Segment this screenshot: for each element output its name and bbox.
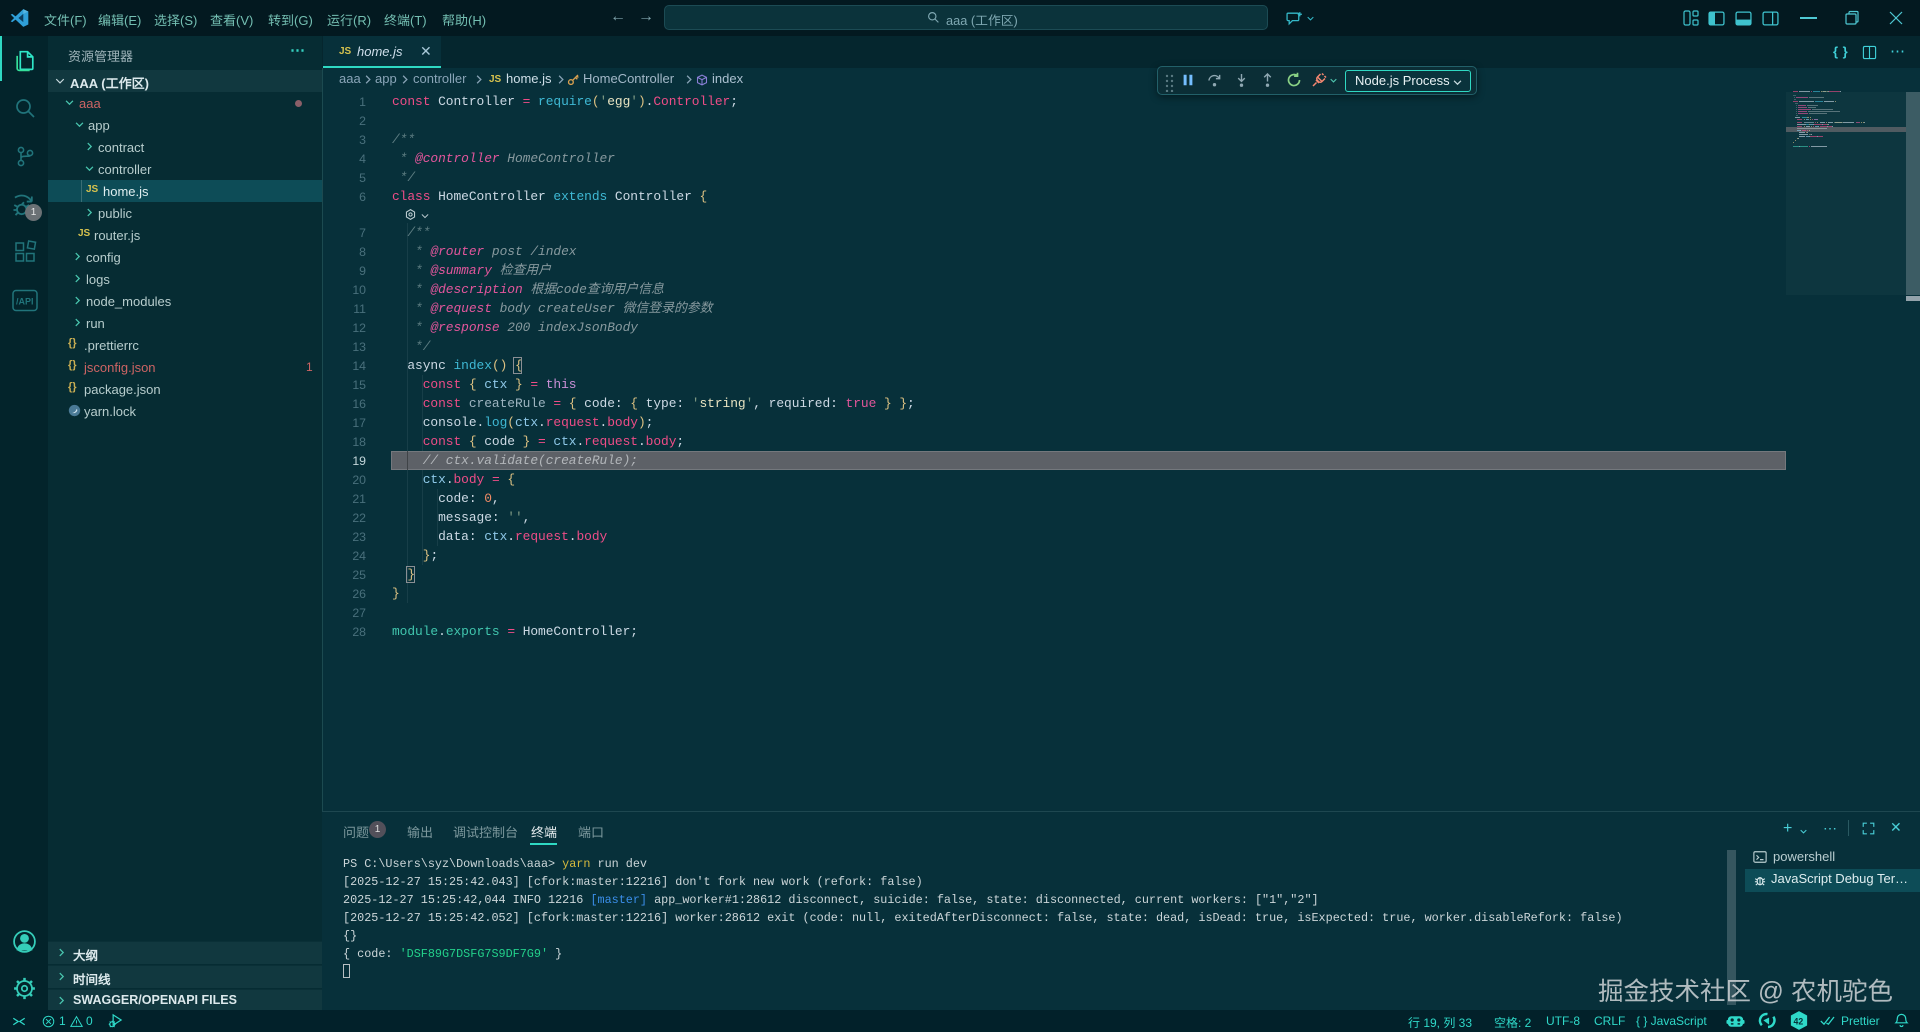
svg-text:/API: /API	[16, 297, 34, 307]
svg-text:42: 42	[1794, 1016, 1804, 1026]
